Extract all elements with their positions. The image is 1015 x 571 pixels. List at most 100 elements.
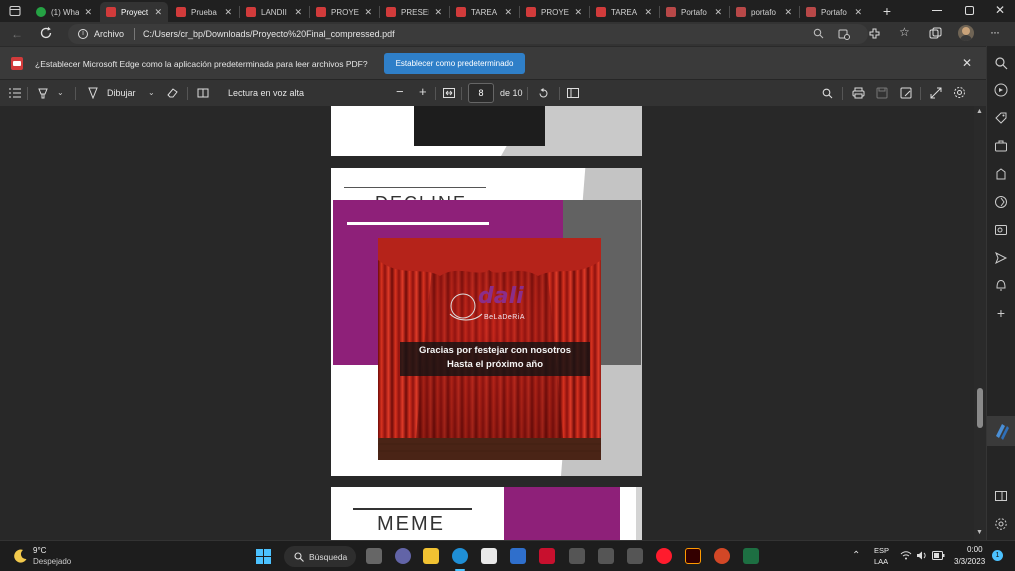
tab-close-icon[interactable]: ✕ — [644, 7, 652, 18]
notion-icon[interactable] — [569, 548, 585, 564]
zoom-out-button[interactable]: − — [396, 84, 404, 99]
weather-temp[interactable]: 9°C — [33, 546, 46, 555]
notification-badge[interactable]: 1 — [992, 550, 1003, 561]
save-icon[interactable] — [876, 87, 888, 99]
tab-close-icon[interactable]: ✕ — [294, 7, 302, 18]
tray-overflow-icon[interactable]: ⌃ — [852, 550, 860, 561]
teams-chat-icon[interactable] — [395, 548, 411, 564]
tab-close-icon[interactable]: ✕ — [224, 7, 232, 18]
more-options-icon[interactable]: ··· — [990, 25, 1000, 39]
tab-close-icon[interactable]: ✕ — [154, 7, 162, 18]
weather-moon-icon[interactable] — [12, 548, 28, 564]
tab-5[interactable]: PROYE ✕ — [310, 2, 378, 22]
tab-close-icon[interactable]: ✕ — [854, 7, 862, 18]
save-as-icon[interactable] — [900, 87, 912, 99]
language-top[interactable]: ESP — [874, 546, 889, 555]
weather-desc[interactable]: Despejado — [33, 557, 71, 566]
zoom-icon[interactable] — [813, 28, 824, 39]
back-button[interactable]: ← — [11, 27, 23, 41]
url-text[interactable]: C:/Users/cr_bp/Downloads/Proyecto%20Fina… — [143, 29, 395, 39]
tab-close-icon[interactable]: ✕ — [504, 7, 512, 18]
pdf-viewer[interactable]: DECLINE — [0, 106, 974, 540]
sidebar-designer-icon[interactable] — [987, 416, 1015, 446]
file-explorer-icon[interactable] — [423, 548, 439, 564]
favorites-icon[interactable]: ☆ — [899, 25, 910, 39]
mcafee-icon[interactable] — [539, 548, 555, 564]
volume-icon[interactable] — [916, 550, 928, 561]
read-aloud-label[interactable]: Lectura en voz alta — [228, 88, 304, 98]
refresh-button[interactable] — [40, 26, 53, 40]
highlight-dropdown-icon[interactable]: ⌄ — [57, 88, 64, 97]
tab-12[interactable]: Portafo ✕ — [800, 2, 868, 22]
profile-avatar[interactable] — [958, 25, 974, 41]
eraser-icon[interactable] — [166, 87, 179, 99]
photos-app-icon[interactable] — [510, 548, 526, 564]
extensions-icon[interactable] — [868, 27, 881, 40]
app-y-icon[interactable] — [598, 548, 614, 564]
wifi-icon[interactable] — [900, 550, 912, 561]
sidebar-split-icon[interactable] — [994, 489, 1008, 503]
vertical-scrollbar[interactable]: ▲ ▼ — [974, 106, 986, 540]
scroll-thumb[interactable] — [977, 388, 983, 428]
read-aloud-icon[interactable] — [197, 87, 209, 99]
illustrator-icon[interactable] — [685, 548, 701, 564]
tab-6[interactable]: PRESEI ✕ — [380, 2, 448, 22]
tab-9[interactable]: TAREA ✕ — [590, 2, 658, 22]
minimize-button[interactable] — [932, 10, 942, 11]
page-number-input[interactable]: 8 — [468, 83, 494, 103]
page-view-icon[interactable] — [567, 88, 579, 98]
sidebar-chat-icon[interactable] — [994, 83, 1008, 97]
sidebar-add-icon[interactable]: + — [994, 306, 1008, 320]
tab-8[interactable]: PROYE ✕ — [520, 2, 588, 22]
task-view-icon[interactable] — [366, 548, 382, 564]
scroll-down-arrow[interactable]: ▼ — [976, 529, 983, 536]
search-icon[interactable] — [822, 88, 833, 99]
sidebar-search-icon[interactable] — [994, 56, 1008, 70]
tab-close-icon[interactable]: ✕ — [784, 7, 792, 18]
tab-close-icon[interactable]: ✕ — [434, 7, 442, 18]
opera-icon[interactable] — [656, 548, 672, 564]
excel-icon[interactable] — [743, 548, 759, 564]
app-f-icon[interactable] — [627, 548, 643, 564]
rotate-icon[interactable] — [537, 87, 550, 100]
sidebar-office-icon[interactable] — [994, 195, 1008, 209]
clock-time[interactable]: 0:00 — [967, 545, 983, 554]
tab-close-icon[interactable]: ✕ — [714, 7, 722, 18]
tab-7[interactable]: TAREA ✕ — [450, 2, 518, 22]
infobar-close-icon[interactable]: ✕ — [962, 56, 972, 70]
draw-label[interactable]: Dibujar — [107, 88, 136, 98]
pdf-settings-icon[interactable] — [953, 86, 966, 99]
powerpoint-icon[interactable] — [714, 548, 730, 564]
sidebar-games-icon[interactable] — [994, 167, 1008, 181]
new-tab-button[interactable]: + — [880, 4, 894, 18]
scroll-up-arrow[interactable]: ▲ — [976, 108, 983, 115]
highlight-icon[interactable] — [37, 87, 49, 100]
tab-3[interactable]: Prueba ✕ — [170, 2, 238, 22]
restore-button[interactable] — [965, 6, 974, 15]
zoom-in-button[interactable]: + — [419, 84, 427, 99]
fullscreen-icon[interactable] — [930, 87, 942, 99]
draw-dropdown-icon[interactable]: ⌄ — [148, 88, 155, 97]
sidebar-outlook-icon[interactable] — [994, 223, 1008, 237]
collections-icon[interactable] — [929, 27, 942, 40]
taskbar-search[interactable]: Búsqueda — [284, 546, 356, 567]
info-icon[interactable]: i — [78, 29, 88, 39]
set-default-button[interactable]: Establecer como predeterminado — [384, 53, 525, 74]
battery-icon[interactable] — [932, 551, 945, 560]
language-bottom[interactable]: LAA — [874, 557, 888, 566]
tab-close-icon[interactable]: ✕ — [364, 7, 372, 18]
start-button[interactable] — [256, 549, 271, 564]
tab-1[interactable]: (1) Wha ✕ — [30, 2, 98, 22]
sidebar-shopping-icon[interactable] — [994, 111, 1008, 125]
address-bar[interactable]: i Archivo C:/Users/cr_bp/Downloads/Proye… — [68, 24, 868, 44]
sidebar-send-icon[interactable] — [994, 251, 1008, 265]
close-window-button[interactable]: ✕ — [994, 3, 1006, 17]
print-icon[interactable] — [852, 87, 865, 99]
contents-icon[interactable] — [9, 88, 21, 98]
sidebar-notification-icon[interactable] — [994, 278, 1008, 292]
app-available-icon[interactable] — [838, 28, 850, 40]
fit-page-icon[interactable] — [443, 88, 455, 98]
sidebar-tools-icon[interactable] — [994, 139, 1008, 153]
tab-10[interactable]: Portafo ✕ — [660, 2, 728, 22]
tab-close-icon[interactable]: ✕ — [84, 7, 92, 18]
